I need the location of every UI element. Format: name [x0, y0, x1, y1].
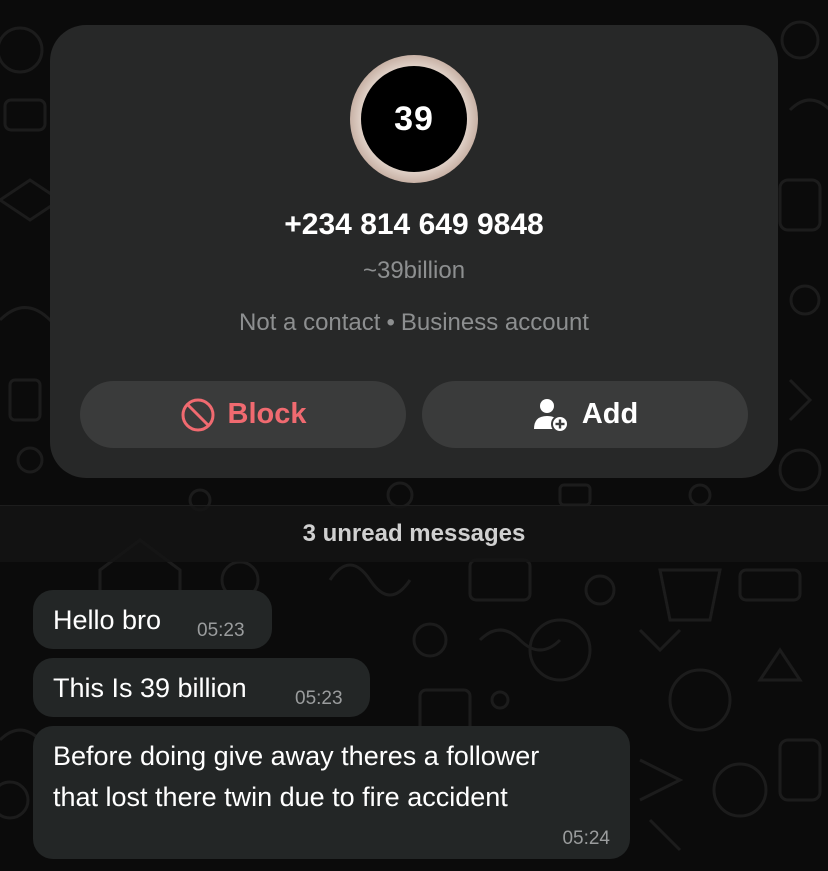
message-time: 05:23: [197, 620, 245, 641]
contact-status: Not a contact: [239, 309, 381, 336]
contact-info-card: 39 +234 814 649 9848 ~39billion Not a co…: [50, 25, 778, 478]
meta-separator: •: [386, 309, 395, 336]
account-type: Business account: [400, 309, 589, 336]
unread-messages-label: 3 unread messages: [302, 520, 526, 547]
message-time: 05:24: [562, 828, 610, 849]
message-time: 05:23: [295, 688, 343, 709]
block-icon: [180, 397, 216, 433]
block-label: Block: [227, 398, 307, 430]
add-label: Add: [581, 398, 639, 430]
message-bubble[interactable]: This Is 39 billion 05:23: [33, 658, 370, 717]
message-text: Hello bro: [53, 605, 162, 635]
block-button[interactable]: Block: [80, 381, 406, 448]
message-bubble[interactable]: Hello bro 05:23: [33, 590, 272, 649]
add-person-icon: [532, 397, 570, 433]
contact-avatar[interactable]: 39: [350, 55, 478, 183]
add-contact-button[interactable]: Add: [422, 381, 748, 448]
message-text-line: Before doing give away theres a follower: [53, 741, 540, 771]
contact-username: ~39billion: [362, 257, 466, 284]
contact-meta: Not a contact • Business account: [50, 309, 778, 337]
message-text: This Is 39 billion: [53, 673, 247, 703]
avatar-text: 39: [361, 66, 467, 172]
message-bubble[interactable]: Before doing give away theres a follower…: [33, 726, 630, 859]
contact-phone-number: +234 814 649 9848: [284, 208, 544, 241]
message-text-line: that lost there twin due to fire acciden…: [53, 782, 508, 812]
